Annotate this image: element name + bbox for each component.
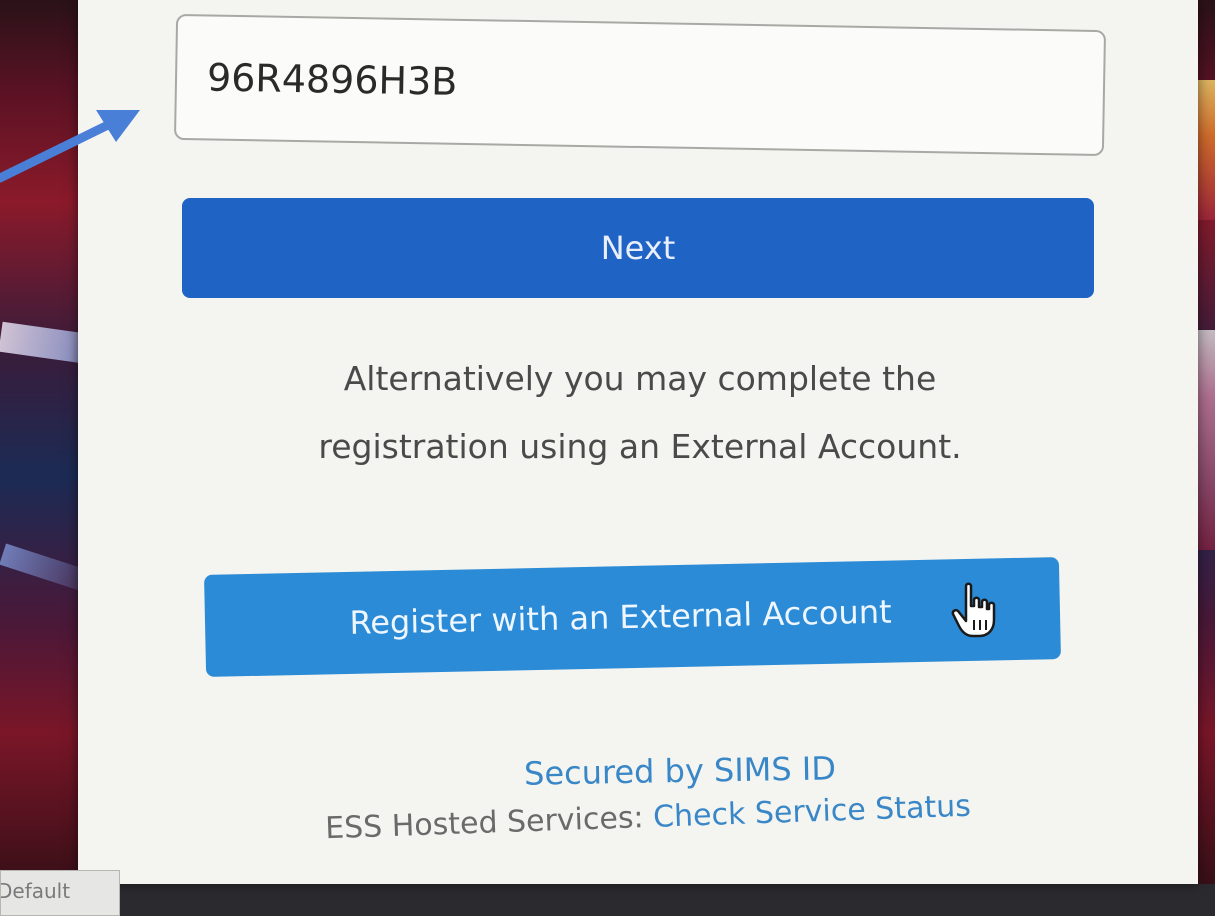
registration-code-input[interactable] (173, 13, 1107, 157)
default-tab[interactable]: Default (0, 870, 120, 916)
alternative-registration-text: Alternatively you may complete the regis… (318, 359, 962, 466)
blue-arrow-icon (0, 110, 140, 183)
register-external-account-button[interactable]: Register with an External Account (204, 557, 1061, 677)
next-button[interactable]: Next (182, 198, 1094, 298)
taskbar (0, 884, 1215, 916)
hand-pointer-icon (951, 582, 996, 638)
